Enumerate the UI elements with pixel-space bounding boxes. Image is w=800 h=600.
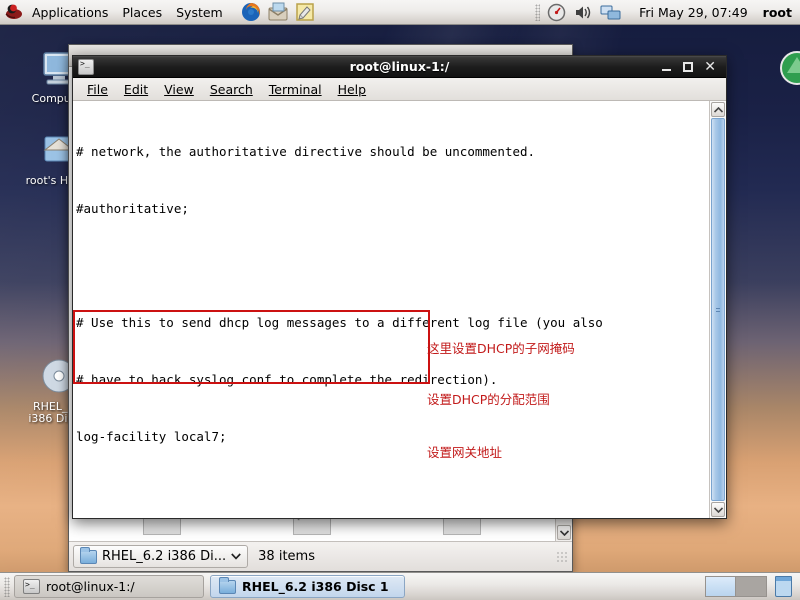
window-controls: ✕ bbox=[662, 60, 726, 74]
redhat-logo-icon[interactable] bbox=[4, 2, 24, 22]
terminal-line: log-facility local7; bbox=[76, 429, 227, 444]
window-title: root@linux-1:/ bbox=[349, 59, 450, 74]
terminal-icon bbox=[78, 58, 94, 75]
terminal-line: # Use this to send dhcp log messages to … bbox=[76, 315, 603, 330]
volume-icon[interactable] bbox=[573, 2, 594, 23]
folder-icon bbox=[219, 576, 236, 594]
terminal-line: # have to hack syslog.conf to complete t… bbox=[76, 372, 498, 387]
terminal-titlebar[interactable]: root@linux-1:/ ✕ bbox=[73, 56, 726, 78]
menu-system[interactable]: System bbox=[169, 0, 230, 24]
taskbar-item-label: RHEL_6.2 i386 Disc 1 bbox=[242, 579, 389, 594]
trash-icon[interactable] bbox=[775, 576, 792, 597]
menu-edit[interactable]: Edit bbox=[116, 78, 156, 100]
workspace-2[interactable] bbox=[736, 576, 767, 597]
terminal-icon bbox=[23, 579, 40, 594]
update-alert-icon[interactable] bbox=[546, 2, 567, 23]
annotation-group: 这里设置DHCP的子网掩码 设置DHCP的分配范围 设置网关地址 bbox=[427, 306, 575, 495]
annotation-dhcp-range: 设置DHCP的分配范围 bbox=[427, 392, 550, 407]
terminal-line: # network, the authoritative directive s… bbox=[76, 144, 536, 159]
taskbar-item-label: root@linux-1:/ bbox=[46, 579, 135, 594]
folder-icon bbox=[80, 546, 97, 564]
annotation-subnet-mask: 这里设置DHCP的子网掩码 bbox=[427, 341, 575, 356]
network-icon[interactable] bbox=[600, 2, 621, 23]
scroll-up-button[interactable] bbox=[711, 102, 725, 117]
menu-places[interactable]: Places bbox=[115, 0, 169, 24]
menu-file[interactable]: File bbox=[79, 78, 116, 100]
tray-grip[interactable] bbox=[535, 3, 541, 21]
clock[interactable]: Fri May 29, 07:49 bbox=[639, 5, 748, 20]
taskbar-grip[interactable] bbox=[4, 576, 10, 597]
menu-help[interactable]: Help bbox=[330, 78, 375, 100]
menu-search-label: Search bbox=[209, 81, 253, 97]
workspace-switcher[interactable] bbox=[705, 576, 796, 597]
chevron-down-icon bbox=[713, 506, 723, 513]
evolution-launcher-icon[interactable] bbox=[267, 1, 289, 23]
minimize-button[interactable] bbox=[662, 62, 672, 72]
taskbar-item-terminal[interactable]: root@linux-1:/ bbox=[14, 575, 204, 598]
menu-help-label: Help bbox=[337, 81, 367, 97]
chevron-up-icon bbox=[713, 106, 723, 113]
file-manager-statusbar: RHEL_6.2 i386 Di... 38 items bbox=[69, 541, 572, 571]
desktop-icon-partial-right[interactable] bbox=[760, 47, 800, 93]
menu-applications[interactable]: Applications bbox=[25, 0, 115, 24]
menu-view-label: View bbox=[164, 81, 194, 97]
text-editor-launcher-icon[interactable] bbox=[294, 1, 316, 23]
terminal-screen[interactable]: # network, the authoritative directive s… bbox=[73, 101, 709, 518]
close-button[interactable]: ✕ bbox=[704, 60, 716, 74]
chevron-down-icon bbox=[559, 529, 569, 536]
terminal-scrollbar[interactable] bbox=[709, 101, 726, 518]
scroll-down-button[interactable] bbox=[711, 502, 725, 517]
menu-file-label: File bbox=[87, 81, 108, 97]
green-disc-icon bbox=[773, 47, 800, 91]
terminal-menubar[interactable]: File Edit View Search Terminal Help bbox=[73, 78, 726, 101]
firefox-launcher-icon[interactable] bbox=[240, 1, 262, 23]
item-count-label: 38 items bbox=[258, 549, 315, 564]
location-dropdown[interactable]: RHEL_6.2 i386 Di... bbox=[73, 545, 249, 568]
taskbar-item-filemanager[interactable]: RHEL_6.2 i386 Disc 1 bbox=[210, 575, 405, 598]
terminal-line: #authoritative; bbox=[76, 201, 189, 216]
menu-terminal-label: Terminal bbox=[268, 81, 322, 97]
scroll-down-button[interactable] bbox=[557, 525, 571, 540]
menu-terminal[interactable]: Terminal bbox=[261, 78, 330, 100]
panel-launchers bbox=[240, 1, 316, 23]
menu-search[interactable]: Search bbox=[202, 78, 261, 100]
system-tray: Fri May 29, 07:49 root bbox=[535, 2, 800, 23]
chevron-down-icon bbox=[231, 553, 241, 560]
taskbar: root@linux-1:/ RHEL_6.2 i386 Disc 1 bbox=[0, 572, 800, 600]
menu-edit-label: Edit bbox=[123, 81, 149, 97]
location-label: RHEL_6.2 i386 Di... bbox=[102, 549, 227, 564]
maximize-button[interactable] bbox=[683, 61, 694, 72]
workspace-1[interactable] bbox=[705, 576, 736, 597]
resize-grip[interactable] bbox=[556, 550, 568, 563]
top-panel: Applications Places System Fri May 29, 0… bbox=[0, 0, 800, 25]
scrollbar-thumb[interactable] bbox=[711, 118, 725, 501]
panel-menubar[interactable]: Applications Places System bbox=[25, 0, 230, 24]
menu-view[interactable]: View bbox=[156, 78, 202, 100]
user-menu[interactable]: root bbox=[763, 5, 792, 20]
terminal-window[interactable]: root@linux-1:/ ✕ File Edit View Search T… bbox=[72, 55, 727, 519]
annotation-gateway: 设置网关地址 bbox=[427, 445, 503, 460]
